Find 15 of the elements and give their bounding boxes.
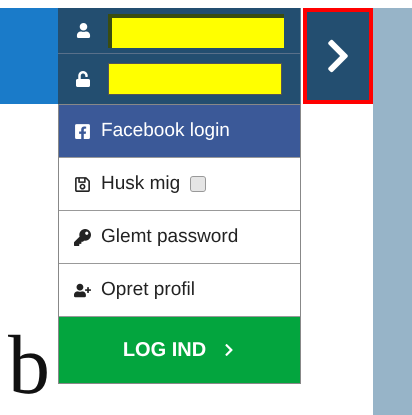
key-icon (74, 228, 91, 246)
unlock-icon (75, 71, 91, 87)
menu-label: Husk mig (101, 172, 180, 196)
password-field[interactable] (108, 63, 282, 95)
menu-label: Opret profil (101, 278, 195, 302)
checkbox[interactable] (190, 176, 206, 192)
menu-label: Glemt password (101, 224, 238, 249)
logo-text: b (8, 326, 50, 406)
username-field[interactable] (108, 14, 284, 48)
next-button[interactable] (303, 8, 373, 104)
menu-label: Facebook login (101, 118, 230, 143)
user-icon (76, 23, 90, 38)
user-plus-icon (74, 282, 91, 298)
facebook-login-button[interactable]: Facebook login (59, 105, 300, 158)
facebook-icon (74, 122, 91, 140)
